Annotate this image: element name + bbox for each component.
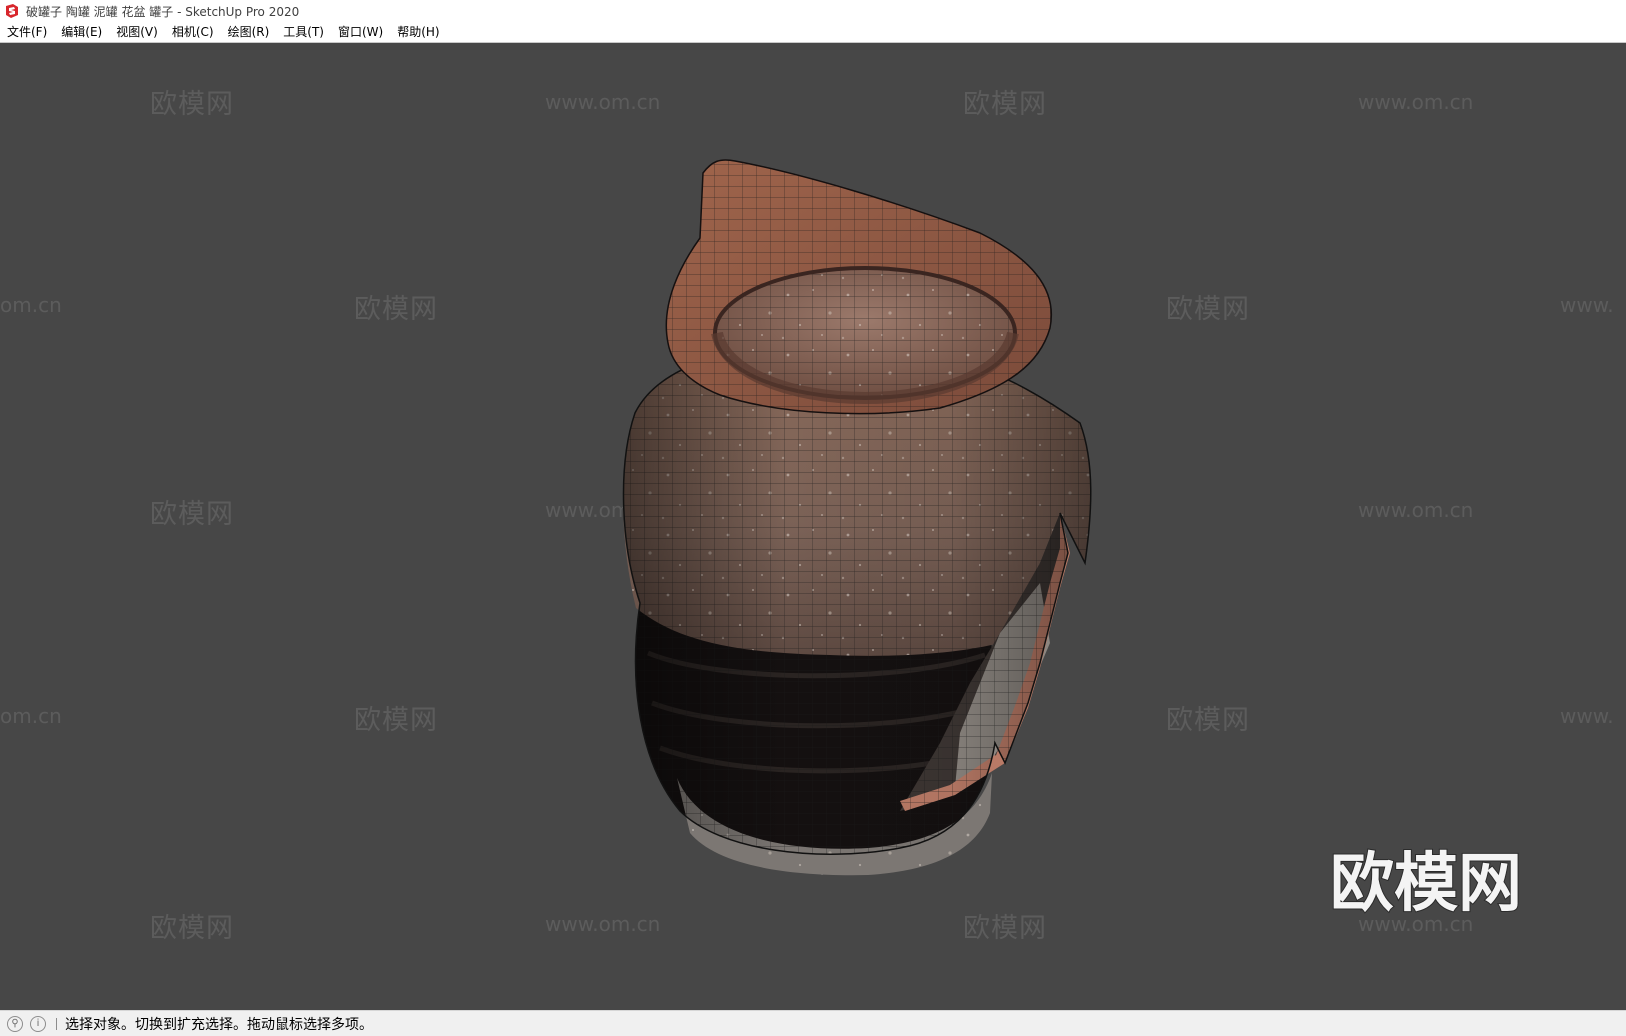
watermark-text: 欧模网 [150,499,234,530]
clay-jar-model[interactable] [622,159,1092,876]
sketchup-logo-icon [6,4,18,18]
watermark-url: om.cn [0,293,62,317]
menu-file[interactable]: 文件(F) [0,23,54,42]
watermark-large: 欧模网 [1330,847,1522,921]
watermark-url: www. [1560,293,1614,317]
info-icon[interactable]: i [30,1015,46,1032]
watermark-url: www.om.cn [545,90,660,114]
watermark-text: 欧模网 [963,913,1047,944]
menu-help[interactable]: 帮助(H) [390,23,446,42]
modeling-viewport[interactable]: 欧模网 www.om.cn 欧模网 www.om.cn om.cn 欧模网 欧模… [0,43,1626,1010]
status-message: 选择对象。切换到扩充选择。拖动鼠标选择多项。 [65,1016,373,1033]
menu-draw[interactable]: 绘图(R) [221,23,277,42]
title-bar: 破罐子 陶罐 泥罐 花盆 罐子 - SketchUp Pro 2020 [0,0,1626,22]
menu-camera[interactable]: 相机(C) [165,23,221,42]
watermark-url: www. [1560,704,1614,728]
viewport-canvas: 欧模网 www.om.cn 欧模网 www.om.cn om.cn 欧模网 欧模… [0,89,1614,944]
watermark-text: 欧模网 [963,89,1047,120]
window-title: 破罐子 陶罐 泥罐 花盆 罐子 - SketchUp Pro 2020 [26,4,300,19]
watermark-text: 欧模网 [150,913,234,944]
watermark-url: www.om.cn [1358,498,1473,522]
watermark-text: 欧模网 [354,294,438,325]
menu-bar: 文件(F) 编辑(E) 视图(V) 相机(C) 绘图(R) 工具(T) 窗口(W… [0,22,1626,43]
watermark-text: 欧模网 [1166,294,1250,325]
watermark-text: 欧模网 [354,705,438,736]
watermark-url: www.om.cn [545,912,660,936]
status-bar: ⚲ i 选择对象。切换到扩充选择。拖动鼠标选择多项。 [0,1010,1626,1036]
watermark-url: www.om.cn [1358,90,1473,114]
menu-edit[interactable]: 编辑(E) [54,23,109,42]
geo-location-icon[interactable]: ⚲ [7,1015,23,1032]
menu-view[interactable]: 视图(V) [109,23,165,42]
watermark-text: 欧模网 [150,89,234,120]
menu-window[interactable]: 窗口(W) [331,23,390,42]
status-divider [56,1017,57,1030]
menu-tools[interactable]: 工具(T) [276,23,331,42]
watermark-url: om.cn [0,704,62,728]
watermark-text: 欧模网 [1166,705,1250,736]
